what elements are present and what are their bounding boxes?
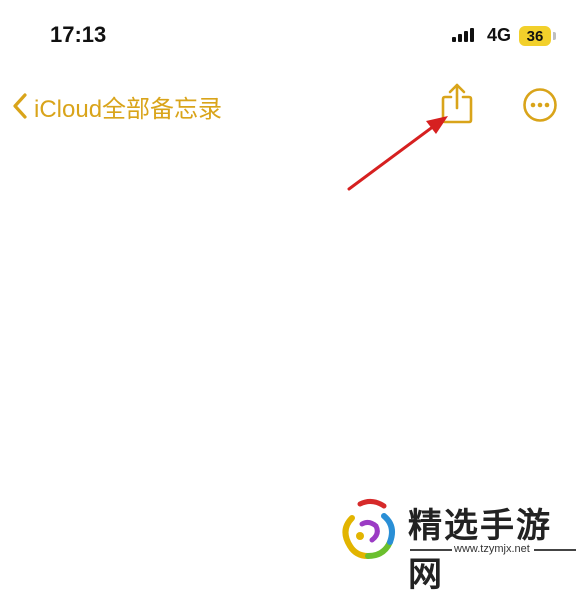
status-time: 17:13 [50,22,107,47]
back-label: iCloud全部备忘录 [34,95,223,123]
watermark-logo [342,498,395,559]
battery-tip [553,32,556,40]
watermark: 精选手游网 www.tzymjx.net [338,494,584,595]
red-arrow-annotation [347,116,448,191]
network-label: 4G [487,25,512,45]
chevron-left-icon [13,93,27,119]
watermark-divider-right [534,549,576,551]
watermark-url: www.tzymjx.net [454,543,530,555]
status-bar: 17:13 4G 36 [0,0,584,72]
watermark-divider-left [410,549,452,551]
more-icon[interactable] [522,87,558,123]
battery-level: 36 [526,27,544,45]
back-button[interactable]: iCloud全部备忘录 [12,86,222,126]
signal-icon [452,28,474,42]
nav-bar: iCloud全部备忘录 [0,78,584,134]
battery-icon: 36 [519,26,551,46]
